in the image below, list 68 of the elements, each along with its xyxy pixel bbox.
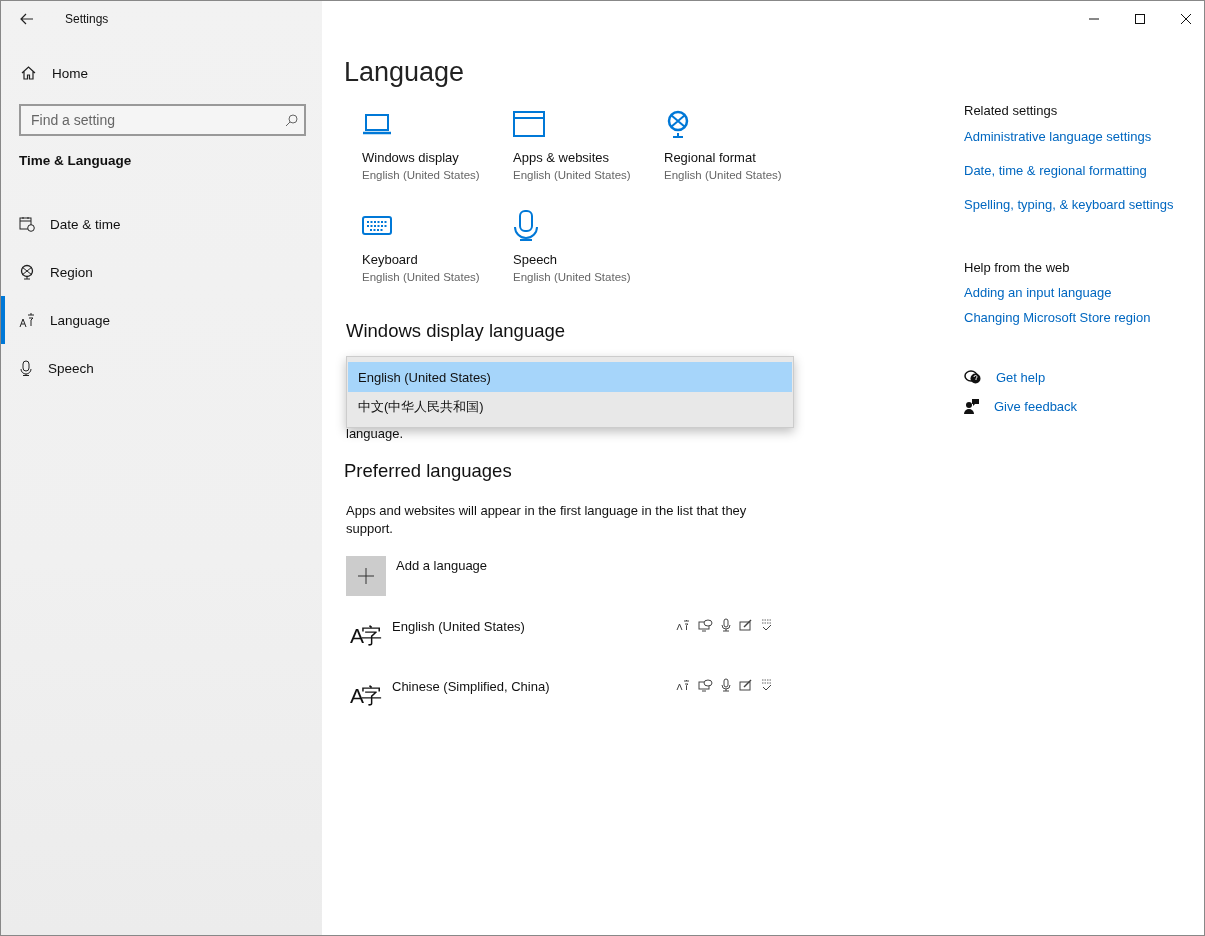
dropdown-option[interactable]: English (United States) — [348, 362, 792, 392]
section-heading: Windows display language — [346, 320, 567, 342]
language-glyph: A字 — [350, 623, 381, 649]
help-link[interactable]: Changing Microsoft Store region — [964, 310, 1204, 325]
page-title: Language — [344, 57, 466, 88]
search-field[interactable]: Find a setting — [19, 104, 306, 136]
feedback-icon — [964, 398, 980, 414]
maximize-icon[interactable] — [1134, 13, 1146, 25]
pen-icon — [739, 619, 753, 631]
tile-title: Keyboard — [362, 252, 419, 267]
installed-locale-row[interactable]: A字 English (United States) — [350, 616, 786, 656]
plus-icon — [358, 568, 374, 584]
home-icon — [21, 66, 36, 80]
dropdown-option[interactable]: 中文(中华人民共和国) — [348, 392, 792, 422]
help-heading: Help from the web — [964, 260, 1071, 275]
language-tile[interactable]: Speech English (United States) — [513, 210, 664, 292]
globe-icon — [19, 264, 35, 280]
speech-bubble-icon — [698, 618, 713, 632]
description-text: language. — [346, 426, 404, 441]
calendar-icon — [19, 216, 35, 232]
tile-subtitle: English (United States) — [362, 169, 481, 181]
tile-title: Windows display — [362, 150, 460, 165]
window-icon — [513, 108, 545, 140]
tile-title: Apps & websites — [513, 150, 611, 165]
close-icon[interactable] — [1180, 13, 1192, 25]
language-glyph: A字 — [350, 683, 381, 709]
settings-link[interactable]: Administrative language settings — [964, 129, 1204, 144]
section-title: Time & Language — [19, 153, 133, 168]
support-link[interactable]: Give feedback — [994, 398, 1078, 414]
installed-locale-row[interactable]: A字 Chinese (Simplified, China) — [350, 676, 786, 716]
nav-item[interactable]: Region — [1, 248, 322, 296]
description-text: Apps and websites will appear in the first language in the list that they support. — [346, 502, 748, 538]
tile-subtitle: English (United States) — [513, 169, 632, 181]
language-tile[interactable]: Windows display English (United States) — [362, 108, 513, 190]
add-language-button[interactable]: Add a language — [346, 556, 814, 596]
microphone-icon — [721, 678, 731, 692]
microphone-icon — [19, 360, 33, 376]
window-title: Settings — [65, 11, 109, 26]
language-icon — [19, 312, 35, 328]
spellcheck-icon — [761, 618, 773, 632]
tile-title: Speech — [513, 252, 559, 267]
section-heading: Preferred languages — [344, 460, 513, 482]
help-link[interactable]: Adding an input language — [964, 285, 1204, 300]
language-pack-icon — [676, 619, 690, 631]
speech-bubble-icon — [698, 678, 713, 692]
back-icon[interactable] — [20, 12, 34, 25]
settings-link[interactable]: Date, time & regional formatting — [964, 163, 1204, 178]
tile-subtitle: English (United States) — [513, 271, 632, 283]
settings-link[interactable]: Spelling, typing, & keyboard settings — [964, 197, 1204, 212]
language-pack-icon — [676, 679, 690, 691]
spellcheck-icon — [761, 678, 773, 692]
language-tile[interactable]: Regional format English (United States) — [664, 108, 815, 190]
support-link[interactable]: Get help — [996, 369, 1046, 385]
language-tile[interactable]: Apps & websites English (United States) — [513, 108, 664, 190]
microphone-icon — [513, 210, 539, 242]
tile-title: Regional format — [664, 150, 757, 165]
tile-subtitle: English (United States) — [362, 271, 481, 283]
tile-subtitle: English (United States) — [664, 169, 783, 181]
related-heading: Related settings — [964, 103, 1059, 118]
microphone-icon — [721, 618, 731, 632]
search-icon — [285, 114, 298, 127]
nav-item[interactable]: Speech — [1, 344, 322, 392]
home-link[interactable]: Home — [21, 58, 322, 88]
language-tile[interactable]: Keyboard English (United States) — [362, 210, 513, 292]
pen-icon — [739, 679, 753, 691]
nav-item[interactable]: Language — [1, 296, 322, 344]
help-chat-icon — [964, 369, 982, 385]
nav-item[interactable]: Date & time — [1, 200, 322, 248]
